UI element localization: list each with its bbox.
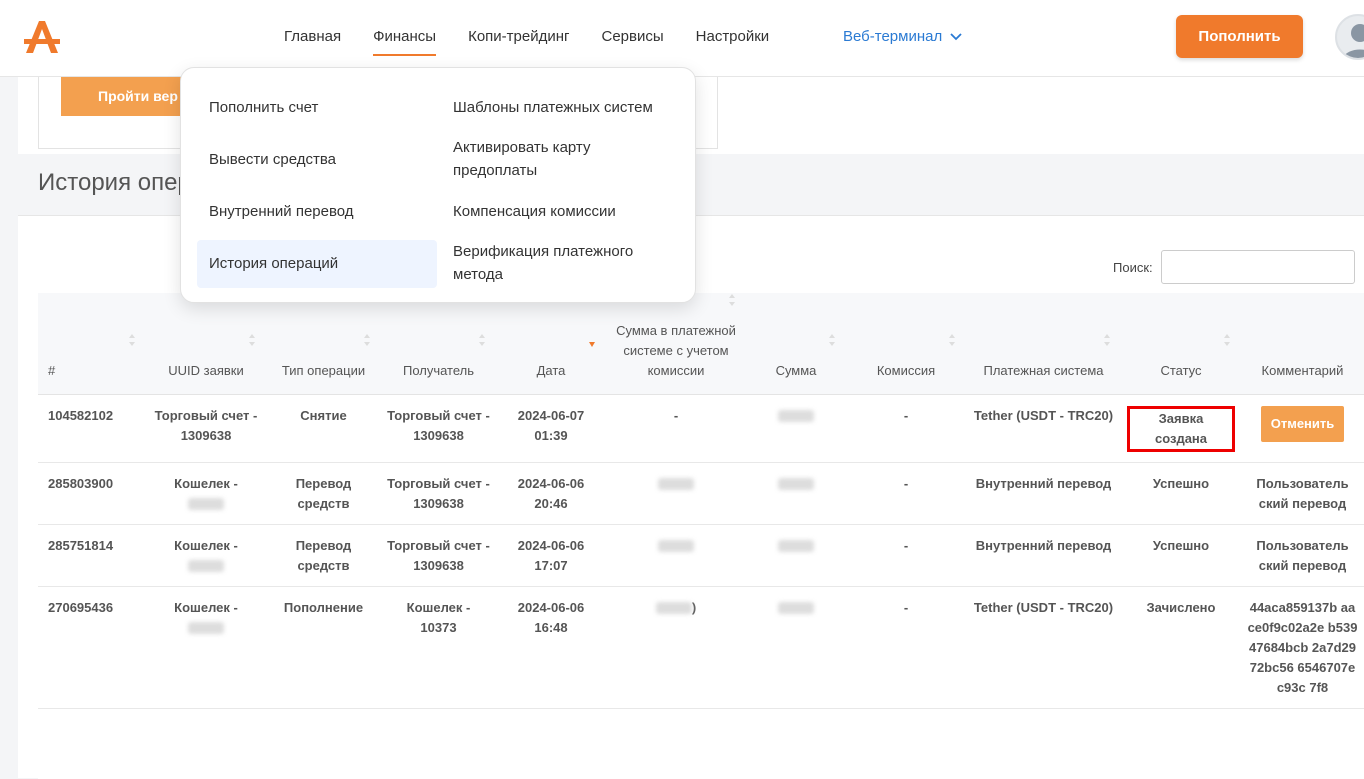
col-comment[interactable]: Комментарий [1241, 293, 1364, 395]
sort-icon [479, 334, 485, 346]
col-type[interactable]: Тип операции [266, 293, 381, 395]
redacted-value [778, 410, 814, 423]
table-row: 285751814 Кошелек - Перевод средств Торг… [38, 524, 1364, 587]
redacted-value [188, 560, 224, 573]
menu-item-deposit[interactable]: Пополнить счет [209, 96, 318, 119]
cancel-button[interactable]: Отменить [1260, 405, 1345, 442]
sort-icon [1104, 334, 1110, 346]
redacted-value [778, 540, 814, 553]
sort-icon [829, 334, 835, 346]
sort-icon [729, 294, 735, 306]
col-recipient[interactable]: Получатель [381, 293, 496, 395]
web-terminal-label: Веб-терминал [843, 28, 943, 45]
web-terminal-menu[interactable]: Веб-терминал [843, 28, 962, 45]
nav-settings[interactable]: Настройки [696, 28, 770, 56]
redacted-value [658, 540, 694, 553]
sort-icon [129, 334, 135, 346]
finance-dropdown-menu: Пополнить счет Вывести средства Внутренн… [180, 67, 696, 303]
menu-item-templates[interactable]: Шаблоны платежных систем [453, 96, 653, 119]
nav-home[interactable]: Главная [284, 28, 341, 56]
sort-icon [949, 334, 955, 346]
col-fee[interactable]: Комиссия [846, 293, 966, 395]
col-sum-ps[interactable]: Сумма в платежной системе с учетом комис… [606, 293, 746, 395]
col-uuid[interactable]: UUID заявки [146, 293, 266, 395]
redacted-value [655, 602, 692, 615]
table-row: 104582102 Торговый счет - 1309638 Снятие… [38, 394, 1364, 463]
table-header-row: # UUID заявки Тип операции Получатель Да… [38, 293, 1364, 395]
search-input[interactable] [1160, 250, 1355, 284]
top-navbar: Главная Финансы Копи-трейдинг Сервисы На… [0, 0, 1364, 77]
menu-item-withdraw[interactable]: Вывести средства [209, 148, 336, 171]
menu-item-internal-transfer[interactable]: Внутренний перевод [209, 200, 354, 223]
redacted-value [658, 478, 694, 491]
col-date[interactable]: Дата [496, 293, 606, 395]
nav-services[interactable]: Сервисы [601, 28, 663, 56]
nav-finance[interactable]: Финансы [373, 28, 437, 56]
status-badge: Заявка создана [1127, 405, 1235, 452]
redacted-value [188, 622, 224, 635]
menu-item-verification[interactable]: Верификация платежного метода [453, 240, 663, 286]
avatar[interactable] [1335, 14, 1364, 60]
topup-button[interactable]: Пополнить [1176, 15, 1303, 58]
table-row: 270695436 Кошелек - Пополнение Кошелек -… [38, 586, 1364, 709]
search-area: Поиск: [1113, 250, 1355, 284]
chevron-down-icon [950, 32, 962, 40]
sort-desc-icon [589, 342, 595, 347]
sort-icon [249, 334, 255, 346]
sort-icon [1224, 334, 1230, 346]
logo[interactable] [22, 17, 62, 57]
table-row: 285803900 Кошелек - Перевод средств Торг… [38, 462, 1364, 525]
redacted-value [188, 498, 224, 511]
page-title: История опер [38, 169, 191, 196]
menu-item-activate-card[interactable]: Активировать карту предоплаты [453, 136, 653, 182]
nav-copy-trading[interactable]: Копи-трейдинг [468, 28, 569, 56]
menu-item-compensation[interactable]: Компенсация комиссии [453, 200, 616, 223]
redacted-value [778, 478, 814, 491]
col-id[interactable]: # [38, 293, 146, 395]
search-label: Поиск: [1113, 259, 1153, 275]
col-payment-system[interactable]: Платежная система [966, 293, 1121, 395]
col-sum[interactable]: Сумма [746, 293, 846, 395]
sort-icon [364, 334, 370, 346]
redacted-value [778, 602, 814, 615]
main-nav: Главная Финансы Копи-трейдинг Сервисы На… [284, 28, 801, 56]
operations-table: # UUID заявки Тип операции Получатель Да… [38, 293, 1364, 779]
col-status[interactable]: Статус [1121, 293, 1241, 395]
menu-item-history[interactable]: История операций [197, 240, 437, 288]
